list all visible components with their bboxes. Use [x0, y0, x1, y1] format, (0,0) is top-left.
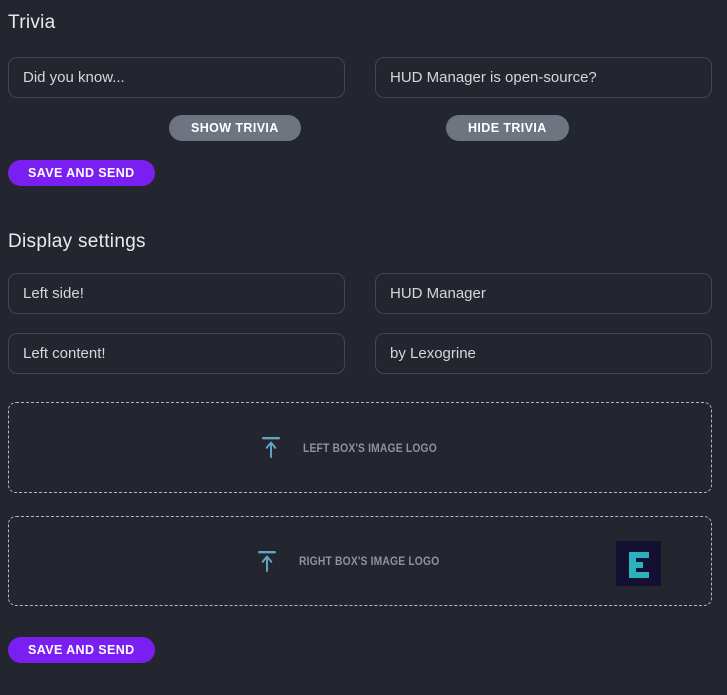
left-dropzone-label: LEFT BOX'S IMAGE LOGO — [303, 441, 437, 455]
trivia-question-input[interactable] — [8, 57, 345, 98]
trivia-inputs-row — [8, 57, 712, 98]
left-side-title-input[interactable] — [8, 273, 345, 314]
trivia-save-and-send-button[interactable]: SAVE AND SEND — [8, 160, 155, 186]
logo-letter-e — [629, 552, 649, 578]
show-trivia-button[interactable]: SHOW TRIVIA — [169, 115, 301, 141]
upload-icon — [262, 437, 280, 458]
display-settings-title: Display settings — [8, 231, 712, 252]
hud-settings-page: Trivia SHOW TRIVIA HIDE TRIVIA SAVE AND … — [0, 12, 727, 663]
right-side-content-input[interactable] — [375, 333, 712, 374]
trivia-section-title: Trivia — [8, 12, 712, 33]
trivia-answer-input[interactable] — [375, 57, 712, 98]
display-inputs-grid — [8, 273, 712, 374]
right-logo-dropzone[interactable]: RIGHT BOX'S IMAGE LOGO — [8, 516, 712, 606]
right-dropzone-label: RIGHT BOX'S IMAGE LOGO — [299, 554, 439, 568]
left-side-content-input[interactable] — [8, 333, 345, 374]
right-side-title-input[interactable] — [375, 273, 712, 314]
display-save-and-send-button[interactable]: SAVE AND SEND — [8, 637, 155, 663]
hide-trivia-button[interactable]: HIDE TRIVIA — [446, 115, 569, 141]
upload-icon — [258, 551, 276, 572]
left-logo-dropzone[interactable]: LEFT BOX'S IMAGE LOGO — [8, 402, 712, 493]
right-logo-preview-image — [616, 541, 661, 586]
trivia-buttons-row: SHOW TRIVIA HIDE TRIVIA — [8, 115, 712, 141]
